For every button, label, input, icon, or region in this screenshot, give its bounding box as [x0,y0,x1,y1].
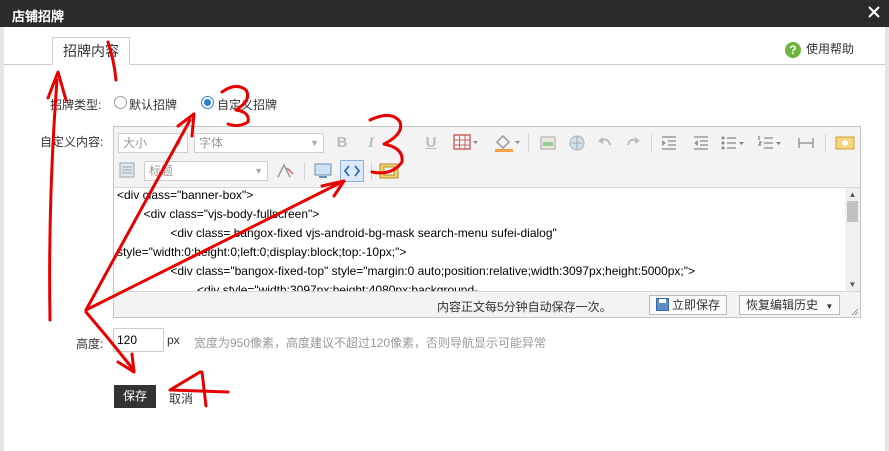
autosave-notice: 内容正文每5分钟自动保存一次。 [437,300,612,314]
scroll-down-icon[interactable]: ▼ [845,278,860,291]
html-source-textarea[interactable]: <div class="banner-box"> <div class="vjs… [114,187,845,291]
globe-link-icon[interactable] [568,134,586,152]
italic-button[interactable]: I [361,133,381,153]
toolbar-separator [304,162,305,180]
close-icon[interactable] [865,3,883,21]
heading-select[interactable]: 标题 ▼ [144,161,268,181]
help-label: 使用帮助 [806,42,855,56]
editor-toolbar: 大小 ▼ 字体 ▼ B I U 标题 ▼ [114,127,860,187]
dialog-border-right [885,27,889,451]
bullet-list-icon[interactable] [720,134,746,152]
tab-divider [4,64,885,65]
numbered-list-icon[interactable] [757,134,783,152]
annotation-arrow-1 [48,78,59,322]
toolbar-separator [825,134,826,152]
chevron-down-icon: ▼ [174,138,183,148]
fill-color-icon[interactable] [493,133,521,153]
scrollbar-thumb[interactable] [847,201,858,222]
restore-history-button[interactable]: 恢复编辑历史 ▼ [739,295,841,315]
radio-custom-signboard-label[interactable]: 自定义招牌 [217,96,277,113]
font-family-select-value: 字体 [199,136,224,150]
code-line: <div class="banner-box"> [117,188,254,202]
cancel-button[interactable]: 取消 [169,390,193,407]
floppy-disk-icon [656,298,669,311]
save-button[interactable]: 保存 [114,385,156,408]
indent-icon[interactable] [660,134,678,152]
custom-content-label: 自定义内容: [40,135,104,149]
code-line: <div class= bangox-fixed vjs-android-bg-… [117,226,557,240]
save-now-label: 立即保存 [672,298,721,312]
media-icon[interactable] [313,161,333,181]
dialog-title: 店铺招牌 [12,9,65,24]
font-size-select[interactable]: 大小 ▼ [118,133,188,153]
undo-icon[interactable] [596,134,614,152]
radio-default-signboard-label[interactable]: 默认招牌 [129,96,177,113]
code-line: <div style="width:3097px;height:4080px;b… [117,283,479,291]
code-brackets-icon [344,165,360,177]
source-code-button[interactable] [340,160,364,182]
toolbar-separator [651,134,652,152]
tab-signboard-content[interactable]: 招牌内容 [52,37,130,65]
image-icon[interactable] [539,134,557,152]
font-family-select[interactable]: 字体 ▼ [194,133,324,153]
dialog-titlebar: 店铺招牌 [0,0,889,27]
toolbar-separator [371,162,372,180]
table-icon[interactable] [453,134,479,152]
font-size-select-value: 大小 [123,136,148,150]
editor-statusbar: 内容正文每5分钟自动保存一次。 立即保存 恢复编辑历史 ▼ [114,291,860,317]
height-unit: px [167,333,180,347]
dialog-border-left [0,27,4,451]
save-now-button[interactable]: 立即保存 [649,295,728,315]
code-line: <div class="bangox-fixed-top" style="mar… [117,264,696,278]
code-line: <div class="vjs-body-fullscreen"> [117,207,320,221]
height-hint: 宽度为950像素，高度建议不超过120像素，否则导航显示可能异常 [194,336,547,350]
radio-default-signboard[interactable] [114,96,127,109]
radio-custom-signboard[interactable] [201,96,214,109]
editor-scrollbar[interactable]: ▲ ▼ [845,187,860,291]
fullscreen-icon[interactable] [379,162,399,180]
outdent-icon[interactable] [692,134,710,152]
preview-icon[interactable] [835,134,855,152]
annotation-arrowhead-4 [116,352,136,374]
chevron-down-icon: ▼ [254,166,263,176]
signboard-type-label: 招牌类型: [50,98,102,112]
height-label: 高度: [76,337,104,351]
bold-button[interactable]: B [332,133,352,153]
underline-button[interactable]: U [421,133,441,153]
scroll-up-icon[interactable]: ▲ [845,188,860,201]
resize-grip-icon[interactable] [850,307,859,316]
horizontal-rule-icon[interactable] [797,134,815,152]
code-line: style="width:0;height:0;left:0;display:b… [117,245,407,259]
redo-icon[interactable] [624,134,642,152]
help-link[interactable]: ? 使用帮助 [785,40,854,58]
chevron-down-icon: ▼ [310,138,319,148]
chevron-down-icon: ▼ [825,302,834,311]
template-icon[interactable] [118,161,136,179]
height-input[interactable] [113,328,164,352]
toolbar-separator [528,134,529,152]
heading-select-value: 标题 [149,164,174,178]
help-circle-icon: ? [785,41,801,58]
restore-history-label: 恢复编辑历史 [746,298,819,312]
clear-format-icon[interactable] [275,162,295,180]
rich-text-editor: 大小 ▼ 字体 ▼ B I U 标题 ▼ <div class="banner-… [113,126,861,318]
